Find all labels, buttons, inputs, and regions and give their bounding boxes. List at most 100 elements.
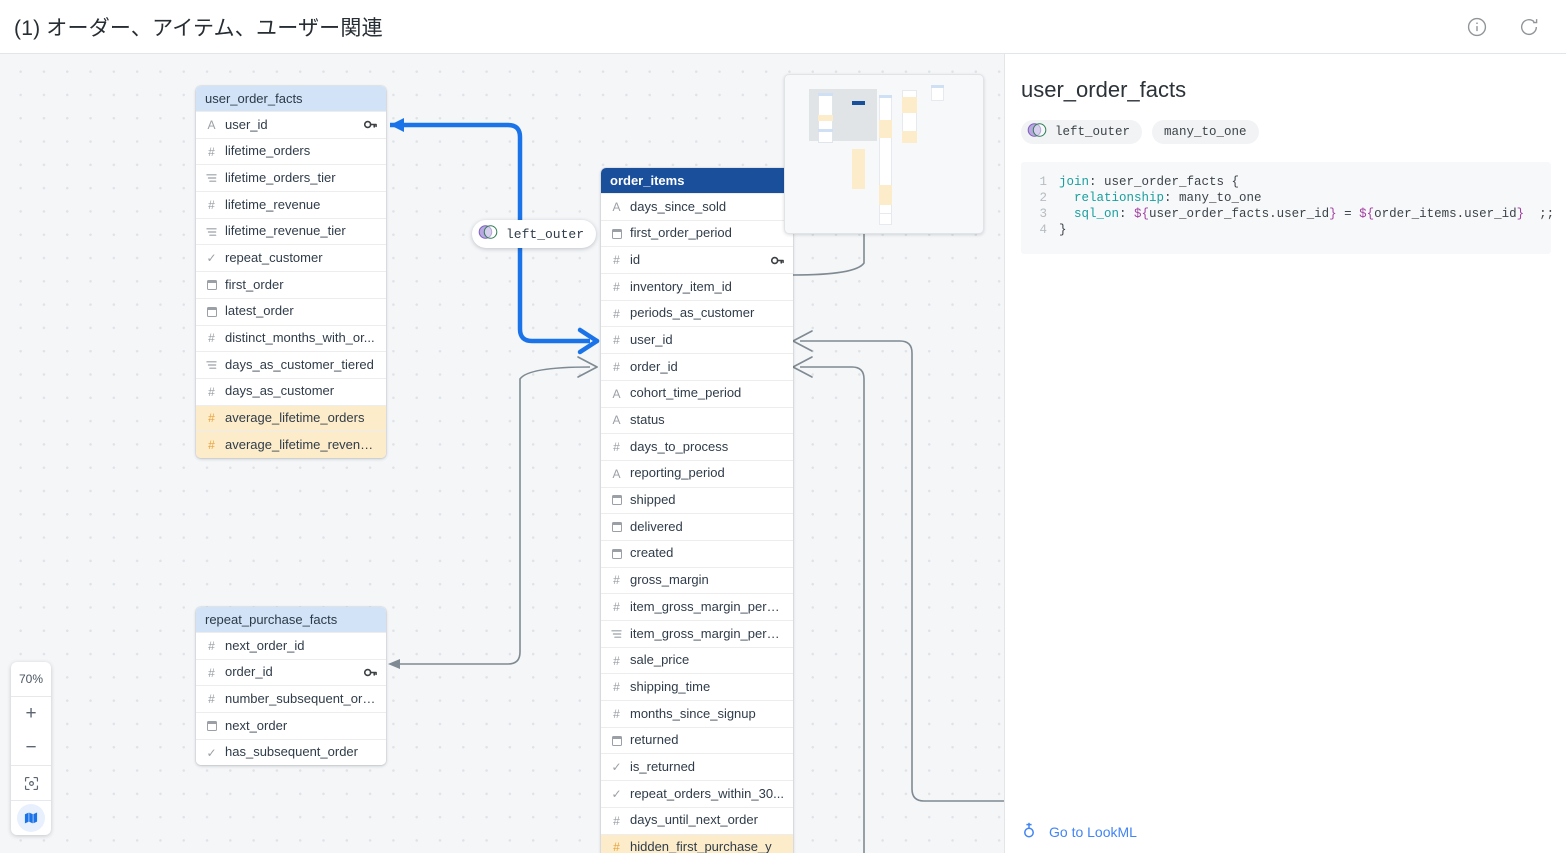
table-row[interactable]: # days_to_process: [601, 433, 793, 460]
code-token: : user_order_facts {: [1089, 175, 1240, 189]
code-token: :: [1119, 207, 1135, 221]
table-row[interactable]: # shipping_time: [601, 673, 793, 701]
field-type-icon: ✓: [611, 786, 622, 801]
table-row[interactable]: item_gross_margin_perce...: [601, 620, 793, 647]
table-row[interactable]: ✓ repeat_customer: [196, 244, 386, 272]
field-name: lifetime_orders: [225, 143, 311, 159]
table-row[interactable]: created: [601, 539, 793, 567]
table-row[interactable]: # average_lifetime_orders: [196, 404, 386, 432]
field-type-icon: #: [613, 600, 620, 615]
table-row[interactable]: lifetime_revenue_tier: [196, 217, 386, 245]
table-row[interactable]: # periods_as_customer: [601, 299, 793, 327]
table-row[interactable]: # next_order_id: [196, 632, 386, 659]
field-name: shipping_time: [630, 678, 711, 694]
field-name: months_since_signup: [630, 705, 756, 721]
field-type-icon: [205, 279, 218, 290]
field-type-icon: A: [612, 386, 621, 401]
table-row[interactable]: Auser_id: [196, 111, 386, 138]
table-row[interactable]: # number_subsequent_order...: [196, 685, 386, 713]
field-type-icon: #: [208, 197, 215, 212]
table-row[interactable]: ✓ repeat_orders_within_30...: [601, 780, 793, 807]
table-card-user_order_facts[interactable]: user_order_facts Auser_id # lifetime_orders…: [196, 86, 386, 458]
field-name: average_lifetime_orders: [225, 410, 365, 426]
code-token: }: [1059, 223, 1067, 237]
table-card-repeat_purchase_facts[interactable]: repeat_purchase_facts # next_order_id # orde…: [196, 607, 386, 766]
table-row[interactable]: # id: [601, 246, 793, 274]
field-type-icon: ✓: [611, 760, 622, 775]
table-header[interactable]: user_order_facts: [196, 86, 386, 111]
table-row[interactable]: # lifetime_orders: [196, 137, 386, 165]
table-row[interactable]: # gross_margin: [601, 566, 793, 594]
table-row[interactable]: # user_id: [601, 326, 793, 354]
table-row[interactable]: shipped: [601, 486, 793, 514]
table-row[interactable]: Areporting_period: [601, 459, 793, 487]
table-row[interactable]: Acohort_time_period: [601, 379, 793, 407]
field-type-icon: [610, 495, 623, 506]
primary-key-icon: [771, 255, 784, 266]
table-row[interactable]: # distinct_months_with_or...: [196, 324, 386, 352]
field-name: next_order_id: [225, 637, 305, 653]
minimap[interactable]: [784, 74, 984, 234]
table-row[interactable]: delivered: [601, 513, 793, 540]
field-name: lifetime_revenue: [225, 196, 321, 212]
field-type-icon: [205, 227, 218, 237]
table-row[interactable]: next_order: [196, 712, 386, 739]
table-row[interactable]: # lifetime_revenue: [196, 191, 386, 218]
field-name: days_as_customer_tiered: [225, 356, 374, 372]
field-name: periods_as_customer: [630, 305, 755, 321]
date-icon: [611, 495, 622, 506]
table-row[interactable]: first_order: [196, 271, 386, 298]
table-card-order_items[interactable]: order_items Adays_since_sold first_order_p…: [601, 168, 793, 853]
info-circle-icon[interactable]: [1466, 16, 1488, 38]
minimap-toggle-button[interactable]: [11, 801, 51, 835]
table-header[interactable]: repeat_purchase_facts: [196, 607, 386, 632]
code-token: ;;: [1524, 207, 1555, 221]
minimap-node: [879, 213, 892, 225]
panel-chips: left_outer many_to_one: [1021, 120, 1566, 144]
table-row[interactable]: # average_lifetime_revenu...: [196, 431, 386, 458]
go-to-lookml-link[interactable]: Go to LookML: [1021, 821, 1137, 842]
table-row[interactable]: Adays_since_sold: [601, 193, 793, 220]
field-name: first_order_period: [630, 225, 732, 241]
field-name: has_subsequent_order: [225, 744, 358, 760]
table-row[interactable]: # hidden_first_purchase_y: [601, 833, 793, 853]
table-row[interactable]: latest_order: [196, 297, 386, 325]
table-row[interactable]: # item_gross_margin_perce...: [601, 593, 793, 620]
code-lines: join: user_order_facts { relationship: m…: [1059, 174, 1554, 238]
table-row[interactable]: # days_until_next_order: [601, 806, 793, 834]
table-row[interactable]: # days_as_customer: [196, 377, 386, 405]
field-name: inventory_item_id: [630, 278, 732, 294]
field-name: id: [630, 251, 641, 267]
zoom-in-button[interactable]: +: [11, 697, 51, 731]
fit-to-screen-button[interactable]: [11, 766, 51, 800]
table-row[interactable]: # months_since_signup: [601, 700, 793, 727]
table-row[interactable]: ✓ is_returned: [601, 753, 793, 781]
field-name: item_gross_margin_perce...: [630, 625, 784, 641]
field-name: days_to_process: [630, 438, 729, 454]
join-badge-left-outer[interactable]: left_outer: [472, 220, 597, 248]
minimap-toggle-icon: [17, 804, 45, 832]
refresh-icon[interactable]: [1518, 16, 1540, 38]
table-row[interactable]: lifetime_orders_tier: [196, 164, 386, 192]
table-row[interactable]: # order_id: [196, 658, 386, 686]
table-row[interactable]: # order_id: [601, 353, 793, 380]
code-token: }: [1329, 207, 1337, 221]
table-row[interactable]: first_order_period: [601, 219, 793, 247]
table-row[interactable]: # sale_price: [601, 646, 793, 674]
field-type-icon: A: [612, 466, 621, 481]
field-type-icon: #: [208, 331, 215, 346]
table-header[interactable]: order_items: [601, 168, 793, 193]
diagram-canvas[interactable]: user_order_facts Auser_id # lifetime_orders…: [0, 54, 1005, 853]
zoom-out-button[interactable]: −: [11, 731, 51, 765]
field-name: first_order: [225, 276, 284, 292]
go-to-lookml-label: Go to LookML: [1049, 823, 1137, 840]
code-token: ${: [1134, 207, 1150, 221]
table-row[interactable]: days_as_customer_tiered: [196, 351, 386, 378]
table-row[interactable]: returned: [601, 726, 793, 754]
table-row[interactable]: ✓ has_subsequent_order: [196, 738, 386, 766]
field-name: hidden_first_purchase_y: [630, 839, 772, 853]
field-name: returned: [630, 732, 679, 748]
top-bar-actions: [1466, 16, 1540, 38]
table-row[interactable]: Astatus: [601, 406, 793, 434]
table-row[interactable]: # inventory_item_id: [601, 273, 793, 300]
